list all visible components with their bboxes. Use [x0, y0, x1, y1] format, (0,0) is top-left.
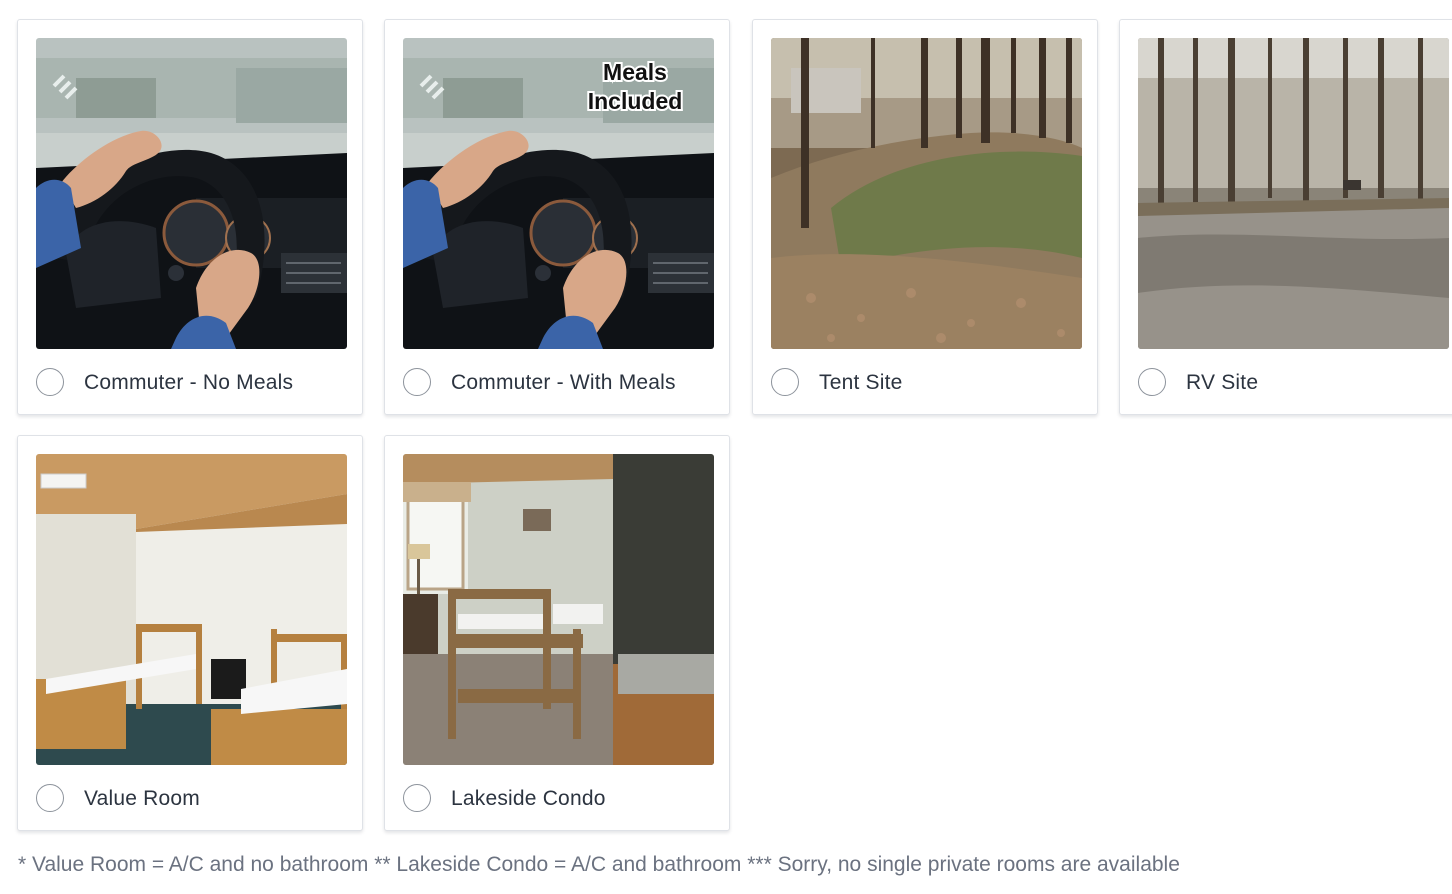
option-label[interactable]: Value Room: [84, 786, 200, 812]
value-room-bunks-photo[interactable]: [36, 454, 347, 765]
meals-included-overlay-text: Included: [588, 88, 683, 114]
meals-included-overlay-text: Meals: [603, 59, 667, 85]
option-card-value-room[interactable]: Value Room: [17, 435, 363, 831]
wooded-tent-site-photo[interactable]: [771, 38, 1082, 349]
option-label[interactable]: Commuter - No Meals: [84, 370, 293, 396]
option-radio-button[interactable]: [36, 784, 64, 812]
option-label[interactable]: Tent Site: [819, 370, 903, 396]
room-type-footnote: * Value Room = A/C and no bathroom ** La…: [18, 853, 1180, 876]
car-steering-wheel-meals-photo[interactable]: Meals Included: [403, 38, 714, 349]
option-radio-button[interactable]: [771, 368, 799, 396]
option-radio-button[interactable]: [36, 368, 64, 396]
option-card-rv-site[interactable]: RV Site: [1119, 19, 1452, 415]
option-label[interactable]: Lakeside Condo: [451, 786, 606, 812]
condo-bedroom-photo[interactable]: [403, 454, 714, 765]
option-card-tent-site[interactable]: Tent Site: [752, 19, 1098, 415]
option-card-lakeside-condo[interactable]: Lakeside Condo: [384, 435, 730, 831]
car-steering-wheel-photo[interactable]: [36, 38, 347, 349]
option-radio-button[interactable]: [1138, 368, 1166, 396]
rv-site-road-photo[interactable]: [1138, 38, 1449, 349]
option-card-commuter-with-meals[interactable]: Meals Included Commuter - With Meals: [384, 19, 730, 415]
option-radio-button[interactable]: [403, 368, 431, 396]
option-label[interactable]: Commuter - With Meals: [451, 370, 676, 396]
option-radio-button[interactable]: [403, 784, 431, 812]
option-label[interactable]: RV Site: [1186, 370, 1258, 396]
option-card-commuter-no-meals[interactable]: Commuter - No Meals: [17, 19, 363, 415]
